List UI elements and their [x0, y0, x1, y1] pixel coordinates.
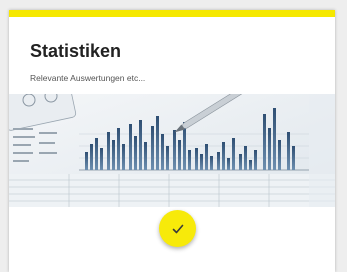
accent-bar [9, 10, 335, 17]
statistics-card: Statistiken Relevante Auswertungen etc..… [9, 10, 335, 272]
hero-image [9, 94, 335, 207]
confirm-button[interactable] [159, 210, 196, 247]
check-icon [172, 224, 183, 233]
card-subtitle: Relevante Auswertungen etc... [30, 73, 146, 83]
card-title: Statistiken [30, 41, 122, 61]
